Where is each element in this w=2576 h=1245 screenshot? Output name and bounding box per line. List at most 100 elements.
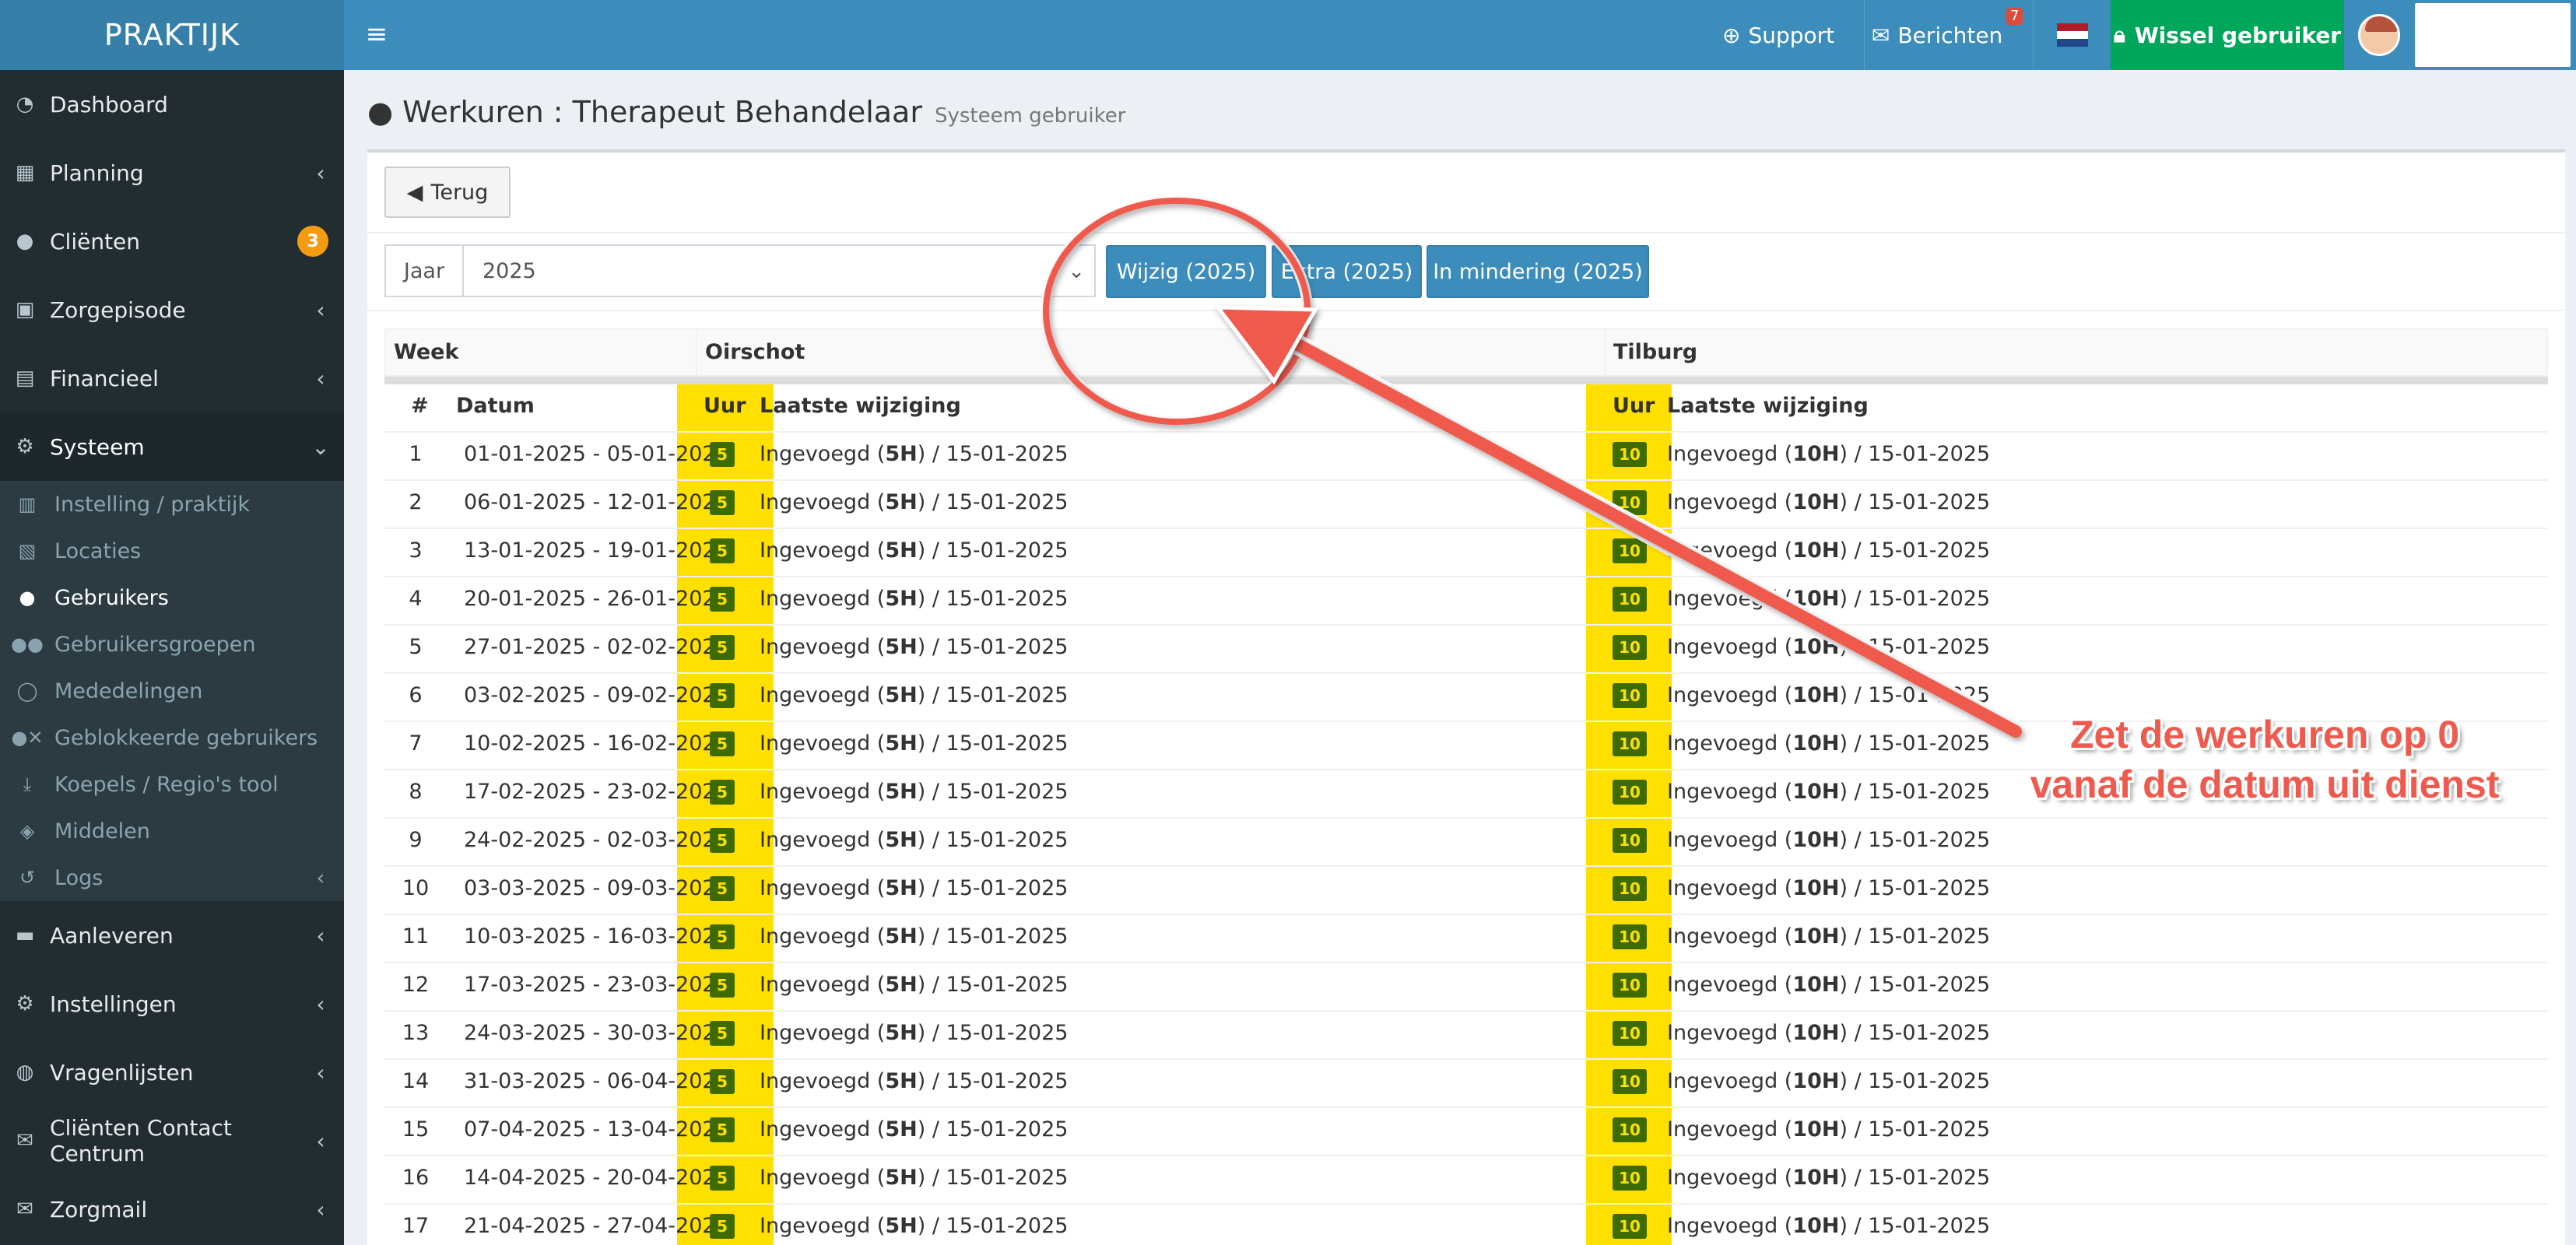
week-number: 4 xyxy=(409,587,423,611)
last-change-oirschot: Ingevoegd (5H) / 15-01-2025 xyxy=(760,828,1069,852)
hours-badge: 10 xyxy=(1613,828,1647,853)
week-number: 11 xyxy=(402,924,430,949)
row-divider xyxy=(384,1203,2548,1205)
sidebar-item-dashboard[interactable]: ◔ Dashboard xyxy=(0,70,344,139)
last-change-tilburg: Ingevoegd (10H) / 15-01-2025 xyxy=(1667,635,1991,659)
chevron-left-icon: ‹ xyxy=(316,1196,325,1222)
annotation-line-2: vanaf de datum uit dienst xyxy=(2030,763,2500,806)
support-link[interactable]: ⊕ Support xyxy=(1722,0,1834,70)
sidebar-item-zorgepisode[interactable]: ▣ Zorgepisode ‹ xyxy=(0,275,344,344)
col-divider xyxy=(1605,328,1606,377)
sidebar-item-systeem[interactable]: ⚙ Systeem ⌄ xyxy=(0,412,344,481)
back-button[interactable]: ◀ Terug xyxy=(384,167,511,218)
sidebar-subitem-gebruikers[interactable]: ● Gebruikers xyxy=(0,574,344,621)
sidebar-item-contact-centrum[interactable]: ✉ Cliënten Contact Centrum ‹ xyxy=(0,1106,344,1175)
week-number: 1 xyxy=(409,442,423,466)
app-logo[interactable]: PRAKTIJK xyxy=(0,0,344,70)
sidebar-subitem-koepels[interactable]: ⤓ Koepels / Regio's tool xyxy=(0,761,344,808)
week-number: 14 xyxy=(402,1069,430,1093)
last-change-oirschot: Ingevoegd (5H) / 15-01-2025 xyxy=(760,538,1069,563)
col-header-week: Week xyxy=(394,340,459,364)
year-select[interactable]: 2025 ⌄ xyxy=(464,244,1096,297)
back-button-label: Terug xyxy=(430,180,489,205)
hours-badge: 10 xyxy=(1613,1069,1647,1094)
row-divider xyxy=(384,1058,2548,1060)
switch-user-button[interactable]: 🔒︎ Wissel gebruiker xyxy=(2111,0,2344,70)
hours-badge: 5 xyxy=(710,587,735,612)
last-change-oirschot: Ingevoegd (5H) / 15-01-2025 xyxy=(760,635,1069,659)
sidebar-item-label: Cliënten Contact Centrum xyxy=(50,1115,232,1166)
chevron-down-icon: ⌄ xyxy=(1068,260,1085,283)
clients-count-badge: 3 xyxy=(297,226,328,257)
envelope-icon: ✉ xyxy=(1872,22,1890,48)
last-change-tilburg: Ingevoegd (10H) / 15-01-2025 xyxy=(1667,538,1991,563)
last-change-oirschot: Ingevoegd (5H) / 15-01-2025 xyxy=(760,924,1069,949)
row-divider xyxy=(384,1106,2548,1108)
week-number: 10 xyxy=(402,876,430,900)
week-date-range: 03-02-2025 - 09-02-2025 xyxy=(464,683,729,707)
sidebar-subitem-label: Middelen xyxy=(54,819,150,843)
week-date-range: 01-01-2025 - 05-01-2025 xyxy=(464,442,729,466)
user-secret-icon: 🔒︎ xyxy=(2113,22,2125,47)
row-divider xyxy=(384,479,2548,481)
language-flag[interactable] xyxy=(2057,0,2088,70)
menu-toggle-icon[interactable]: ≡ xyxy=(360,17,394,51)
sidebar-item-aanleveren[interactable]: ▬ Aanleveren ‹ xyxy=(0,901,344,970)
sidebar-item-zorgmail[interactable]: ✉ Zorgmail ‹ xyxy=(0,1175,344,1243)
hours-badge: 5 xyxy=(710,1021,735,1046)
messages-link[interactable]: ✉ Berichten xyxy=(1872,0,2002,70)
sidebar-item-financieel[interactable]: ▤ Financieel ‹ xyxy=(0,344,344,412)
sidebar-subitem-middelen[interactable]: ◈ Middelen xyxy=(0,808,344,854)
sidebar-subitem-label: Geblokkeerde gebruikers xyxy=(54,725,318,750)
user-menu[interactable] xyxy=(2358,0,2400,70)
sidebar-subitem-gebruikersgroepen[interactable]: ●● Gebruikersgroepen xyxy=(0,621,344,668)
sidebar-subitem-locaties[interactable]: ▧ Locaties xyxy=(0,528,344,574)
col-header-location-tilburg: Tilburg xyxy=(1613,340,1698,364)
week-number: 5 xyxy=(409,635,423,659)
sidebar-subitem-mededelingen[interactable]: ◯ Mededelingen xyxy=(0,668,344,714)
sidebar-subitem-geblokkeerde[interactable]: ●✕ Geblokkeerde gebruikers xyxy=(0,714,344,761)
sidebar-subitem-label: Gebruikers xyxy=(54,585,169,610)
sidebar-item-label: Cliënten xyxy=(50,228,141,254)
header-rule xyxy=(384,377,2548,384)
last-change-tilburg: Ingevoegd (10H) / 15-01-2025 xyxy=(1667,924,1991,949)
comment-icon: ◯ xyxy=(16,680,38,702)
sidebar-item-planning[interactable]: ▦ Planning ‹ xyxy=(0,139,344,207)
col-header-number: # xyxy=(411,394,429,418)
hours-badge: 10 xyxy=(1613,876,1647,901)
sidebar-subitem-instelling[interactable]: ▥ Instelling / praktijk xyxy=(0,481,344,528)
last-change-oirschot: Ingevoegd (5H) / 15-01-2025 xyxy=(760,490,1069,514)
col-header-laatste-wijziging: Laatste wijziging xyxy=(760,394,961,418)
hours-badge: 5 xyxy=(710,442,735,467)
sidebar-item-clienten[interactable]: ● Cliënten 3 xyxy=(0,207,344,275)
week-number: 12 xyxy=(402,973,430,997)
hours-badge: 5 xyxy=(710,828,735,853)
username-box[interactable] xyxy=(2415,3,2571,67)
last-change-tilburg: Ingevoegd (10H) / 15-01-2025 xyxy=(1667,490,1991,514)
sidebar-item-vragenlijsten[interactable]: ◍ Vragenlijsten ‹ xyxy=(0,1038,344,1106)
edit-year-button[interactable]: Wijzig (2025) xyxy=(1106,245,1266,298)
last-change-tilburg: Ingevoegd (10H) / 15-01-2025 xyxy=(1667,442,1991,466)
chevron-left-icon: ‹ xyxy=(316,160,325,186)
chevron-left-icon: ‹ xyxy=(316,1128,325,1154)
sidebar-subitem-logs[interactable]: ↺ Logs ‹ xyxy=(0,854,344,901)
row-divider xyxy=(384,672,2548,674)
hours-badge: 5 xyxy=(710,1166,735,1191)
hours-badge: 10 xyxy=(1613,490,1647,515)
sidebar-item-instellingen[interactable]: ⚙ Instellingen ‹ xyxy=(0,970,344,1038)
hours-badge: 5 xyxy=(710,731,735,756)
last-change-tilburg: Ingevoegd (10H) / 15-01-2025 xyxy=(1667,876,1991,900)
hours-badge: 5 xyxy=(710,683,735,708)
deduction-year-button[interactable]: In mindering (2025) xyxy=(1427,245,1649,298)
week-number: 17 xyxy=(402,1214,430,1238)
user-icon: ● xyxy=(19,587,36,608)
week-number: 6 xyxy=(409,683,423,707)
hours-badge: 10 xyxy=(1613,731,1647,756)
arrow-circle-left-icon: ◀ xyxy=(406,180,423,205)
divider xyxy=(367,232,2565,233)
sidebar-subitem-label: Koepels / Regio's tool xyxy=(54,772,279,797)
hours-badge: 5 xyxy=(710,973,735,998)
history-icon: ↺ xyxy=(19,867,36,889)
week-date-range: 10-03-2025 - 16-03-2025 xyxy=(464,924,729,949)
extra-year-button[interactable]: Extra (2025) xyxy=(1272,245,1422,298)
